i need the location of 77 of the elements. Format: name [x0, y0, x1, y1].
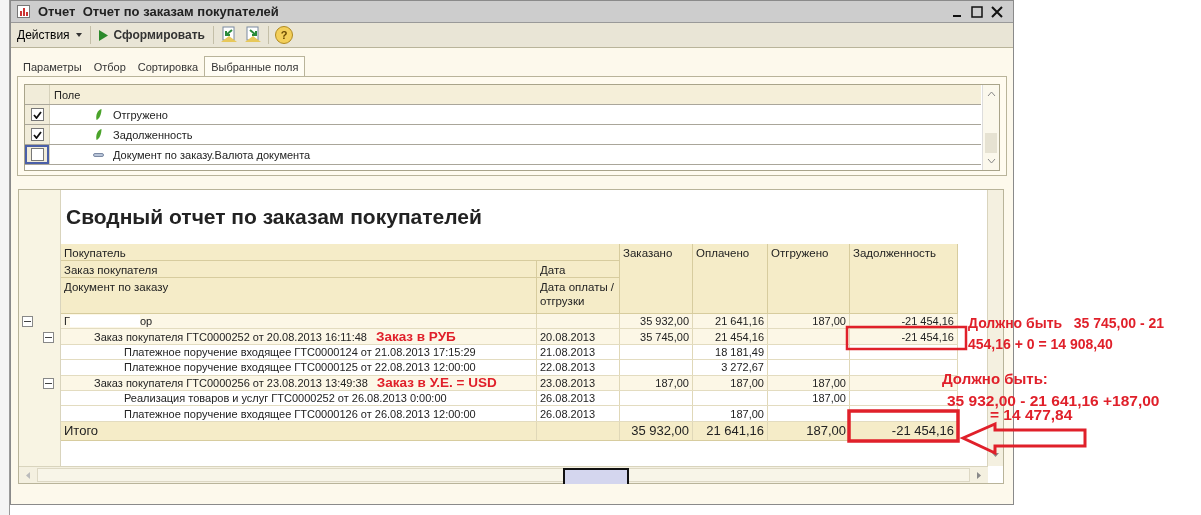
- table-cell: -21 454,16: [901, 314, 954, 329]
- row-selector[interactable]: [25, 145, 50, 164]
- vertical-scrollbar[interactable]: [982, 85, 999, 170]
- tab[interactable]: Сортировка: [131, 58, 205, 76]
- table-cell: 3 272,67: [721, 360, 764, 375]
- scroll-thumb[interactable]: [985, 132, 997, 153]
- table-cell: Платежное поручение входящее ГТС0000124 от 21.08.2013 17:15:29: [124, 344, 476, 359]
- table-cell: Платежное поручение входящее ГТС0000125 от 22.08.2013 12:00:00: [124, 360, 476, 375]
- table-cell: 21 454,16: [715, 329, 764, 344]
- table-cell: 35 932,00: [640, 314, 689, 329]
- table-cell: 35 745,00: [640, 329, 689, 344]
- dash-icon: [93, 152, 104, 157]
- table-cell: -21 454,16: [901, 329, 954, 344]
- table-cell: 18 181,49: [715, 344, 764, 359]
- table-cell: 21.08.2013: [540, 344, 596, 359]
- table-cell: 187,00: [730, 406, 764, 421]
- down-arrow-icon[interactable]: [991, 452, 1000, 458]
- collapse-toggle[interactable]: [43, 331, 54, 343]
- column-header: Заказ покупателя: [61, 261, 537, 278]
- field-label[interactable]: Документ по заказу.Валюта документа: [113, 148, 311, 161]
- chart-icon: [17, 5, 30, 18]
- checkbox[interactable]: [30, 128, 44, 141]
- total-cell: 187,00: [806, 423, 846, 438]
- checkbox[interactable]: [30, 108, 44, 121]
- table-cell: Заказ покупателя ГТС0000256 от 23.08.2013 13:49:38: [94, 375, 368, 390]
- annotation-text: Должно быть:: [942, 370, 1048, 387]
- table-cell: 22.08.2013: [540, 360, 596, 375]
- table-cell: 20.08.2013: [540, 329, 596, 344]
- caret-icon: [75, 33, 82, 37]
- table-cell: 26.08.2013: [540, 391, 596, 406]
- table-cell: Заказ покупателя ГТС0000252 от 20.08.2013 16:11:48: [94, 329, 367, 344]
- help-button[interactable]: ?: [275, 26, 293, 44]
- annotation-text: Заказ в У.Е. = USD: [376, 375, 497, 390]
- collapse-toggle[interactable]: [22, 316, 33, 328]
- tab[interactable]: Параметры: [17, 58, 88, 76]
- annotation-text: Должно быть 35 745,00 - 21 454,16 + 0 = 14 908,40: [968, 314, 1166, 354]
- row-selector[interactable]: [25, 125, 50, 144]
- annotation-text: Заказ в РУБ: [375, 329, 456, 344]
- horizontal-scrollbar[interactable]: [19, 466, 988, 483]
- play-icon: [98, 29, 108, 41]
- window-title: Отчет Отчет по заказам покупателей: [38, 4, 279, 19]
- total-label: Итого: [64, 423, 99, 438]
- field-label[interactable]: Задолженность: [113, 128, 193, 141]
- total-cell: 35 932,00: [631, 423, 689, 438]
- column-header: Дата: [537, 261, 620, 278]
- row-selector[interactable]: [25, 105, 50, 124]
- checkbox[interactable]: [30, 148, 44, 161]
- table-cell: 187,00: [812, 314, 846, 329]
- customer-name: ор: [139, 314, 153, 329]
- generate-button[interactable]: Сформировать: [96, 26, 207, 44]
- field-label[interactable]: Отгружено: [113, 108, 168, 121]
- annotation-text: 35 932,00 - 21 641,16 +187,00: [947, 392, 1160, 410]
- table-cell: 187,00: [812, 391, 846, 406]
- total-cell: -21 454,16: [891, 423, 954, 438]
- table-cell: 26.08.2013: [540, 406, 596, 421]
- total-cell: 21 641,16: [706, 423, 764, 438]
- maximize-icon[interactable]: [971, 5, 983, 18]
- table-cell: 187,00: [655, 375, 689, 390]
- redaction-mark: [69, 315, 140, 328]
- right-arrow-icon[interactable]: [976, 470, 982, 480]
- table-cell: Платежное поручение входящее ГТС0000126 от 26.08.2013 12:00:00: [124, 406, 476, 421]
- tab[interactable]: Выбранные поля: [204, 56, 306, 76]
- customer-name: Г: [64, 314, 70, 329]
- close-icon[interactable]: [991, 5, 1003, 18]
- report-title: Сводный отчет по заказам покупателей: [65, 204, 483, 230]
- column-header: Покупатель: [61, 244, 620, 261]
- column-header: Поле: [53, 88, 81, 101]
- table-cell: 187,00: [730, 375, 764, 390]
- tab[interactable]: Отбор: [87, 58, 132, 76]
- leaf-icon: [93, 129, 104, 140]
- actions-menu-button[interactable]: Действия: [15, 26, 84, 44]
- table-cell: 187,00: [812, 375, 846, 390]
- table-cell: Реализация товаров и услуг ГТС0000252 от 26.08.2013 0:00:00: [124, 391, 447, 406]
- leaf-icon: [93, 109, 104, 120]
- table-cell: 23.08.2013: [540, 375, 596, 390]
- table-cell: 21 641,16: [715, 314, 764, 329]
- collapse-toggle[interactable]: [43, 377, 54, 389]
